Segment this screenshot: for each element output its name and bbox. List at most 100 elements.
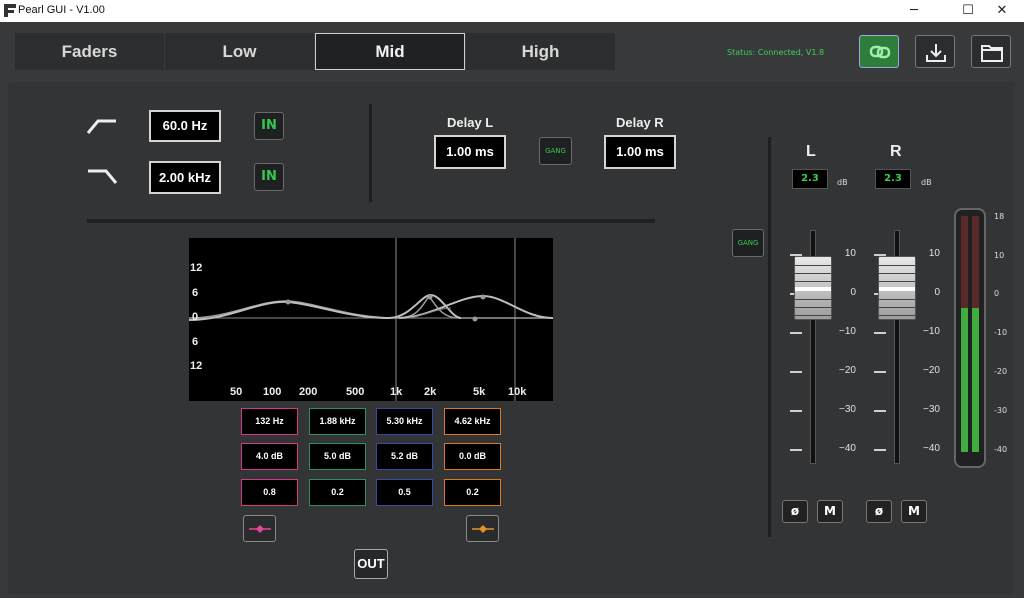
fader-tick xyxy=(874,449,886,451)
app-logo-icon xyxy=(4,4,16,17)
connection-status: Status: Connected, V1.8 xyxy=(727,48,825,57)
peak-filter-icon xyxy=(249,525,271,533)
meter-scale-label: 18 xyxy=(994,212,1005,221)
eq-x-label: 100 xyxy=(263,386,282,398)
eq-x-label: 200 xyxy=(299,386,318,398)
right-mute-button[interactable]: M xyxy=(901,500,927,523)
fader-tick xyxy=(790,332,802,334)
band3-q-field[interactable]: 0.5 xyxy=(376,479,433,506)
meter-scale-label: 0 xyxy=(994,289,1000,298)
fader-scale-label: −40 xyxy=(923,443,940,454)
left-fader-knob[interactable] xyxy=(794,256,832,320)
fader-right-label: R xyxy=(890,143,902,160)
band4-q-field[interactable]: 0.2 xyxy=(444,479,501,506)
lowpass-filter-icon xyxy=(88,169,118,184)
band1-q-field[interactable]: 0.8 xyxy=(241,479,298,506)
title-bar: Pearl GUI - V1.00 ─ ☐ ✕ xyxy=(0,0,1024,22)
right-db-display: 2.3 xyxy=(875,169,911,189)
fader-tick xyxy=(874,410,886,412)
out-button[interactable]: OUT xyxy=(354,549,388,579)
right-phase-button[interactable]: ø xyxy=(866,500,892,523)
fader-scale-label: −20 xyxy=(923,365,940,376)
meter-left-level xyxy=(961,308,968,452)
folder-button[interactable] xyxy=(971,35,1011,68)
band4-shape-button[interactable] xyxy=(466,515,499,542)
eq-x-label: 50 xyxy=(230,386,243,398)
delay-gang-button[interactable]: GANG xyxy=(539,137,572,165)
eq-x-label: 1k xyxy=(390,386,403,398)
left-db-unit: dB xyxy=(837,178,848,187)
meter-scale-label: -40 xyxy=(994,445,1008,454)
band2-frequency-field[interactable]: 1.88 kHz xyxy=(309,408,366,435)
left-mute-button[interactable]: M xyxy=(817,500,843,523)
fader-gang-button[interactable]: GANG xyxy=(732,229,764,257)
band3-gain-field[interactable]: 5.2 dB xyxy=(376,443,433,470)
fader-scale-label: −40 xyxy=(839,443,856,454)
band1-shape-button[interactable] xyxy=(243,515,276,542)
minimize-button[interactable]: ─ xyxy=(892,0,936,22)
close-button[interactable]: ✕ xyxy=(980,0,1024,22)
right-db-unit: dB xyxy=(921,178,932,187)
left-phase-button[interactable]: ø xyxy=(782,500,808,523)
eq-y-label: 0 xyxy=(192,311,199,323)
fader-tick xyxy=(790,410,802,412)
eq-y-label: 12 xyxy=(190,360,203,372)
meter-right-level xyxy=(972,308,979,452)
band2-gain-field[interactable]: 5.0 dB xyxy=(309,443,366,470)
delay-left-field[interactable]: 1.00 ms xyxy=(434,135,506,169)
fader-scale-label: −20 xyxy=(839,365,856,376)
right-fader-knob[interactable] xyxy=(878,256,916,320)
download-icon xyxy=(926,44,946,62)
download-button[interactable] xyxy=(915,35,955,68)
eq-x-label: 10k xyxy=(508,386,527,398)
fader-tick xyxy=(790,449,802,451)
tab-mid[interactable]: Mid xyxy=(315,33,465,70)
window-title: Pearl GUI - V1.00 xyxy=(18,4,105,16)
eq-x-label: 5k xyxy=(473,386,486,398)
meter-scale-label: -20 xyxy=(994,367,1008,376)
band4-frequency-field[interactable]: 4.62 kHz xyxy=(444,408,501,435)
band1-gain-field[interactable]: 4.0 dB xyxy=(241,443,298,470)
fader-tick xyxy=(790,371,802,373)
eq-response-graph[interactable]: 12 6 0 6 12 50 100 200 500 1k 2k 5k 10k xyxy=(189,238,553,401)
fader-scale-label: −30 xyxy=(923,404,940,415)
tab-low[interactable]: Low xyxy=(165,33,314,70)
delay-right-field[interactable]: 1.00 ms xyxy=(604,135,676,169)
level-meter xyxy=(954,208,986,468)
meter-scale-label: 10 xyxy=(994,251,1005,260)
meter-left-track xyxy=(961,216,968,452)
horizontal-divider xyxy=(87,219,655,223)
delay-right-label: Delay R xyxy=(616,115,664,130)
fader-left-label: L xyxy=(806,143,816,160)
tab-faders[interactable]: Faders xyxy=(15,33,164,70)
section-divider xyxy=(369,104,372,202)
fader-scale-label: −30 xyxy=(839,404,856,415)
lowpass-frequency-field[interactable]: 2.00 kHz xyxy=(149,161,221,194)
link-icon xyxy=(869,45,891,59)
lowpass-in-button[interactable]: IN xyxy=(254,163,284,191)
highpass-frequency-field[interactable]: 60.0 Hz xyxy=(149,110,221,142)
left-db-display: 2.3 xyxy=(792,169,828,189)
fader-scale-label: −10 xyxy=(923,326,940,337)
peak-filter-icon xyxy=(472,525,494,533)
meter-scale-label: -10 xyxy=(994,328,1008,337)
eq-x-label: 2k xyxy=(424,386,437,398)
meter-right-track xyxy=(972,216,979,452)
highpass-filter-icon xyxy=(86,119,116,134)
link-button[interactable] xyxy=(859,35,899,68)
fader-tick xyxy=(874,332,886,334)
fader-tick xyxy=(874,371,886,373)
delay-left-label: Delay L xyxy=(447,115,494,130)
eq-y-label: 6 xyxy=(192,287,199,299)
tab-high[interactable]: High xyxy=(466,33,615,70)
band3-frequency-field[interactable]: 5.30 kHz xyxy=(376,408,433,435)
band1-frequency-field[interactable]: 132 Hz xyxy=(241,408,298,435)
meter-scale-label: -30 xyxy=(994,406,1008,415)
band2-q-field[interactable]: 0.2 xyxy=(309,479,366,506)
band4-gain-field[interactable]: 0.0 dB xyxy=(444,443,501,470)
folder-icon xyxy=(981,45,1003,62)
highpass-in-button[interactable]: IN xyxy=(254,112,284,140)
fader-scale-label: −10 xyxy=(839,326,856,337)
eq-x-label: 500 xyxy=(346,386,365,398)
eq-y-label: 6 xyxy=(192,336,199,348)
